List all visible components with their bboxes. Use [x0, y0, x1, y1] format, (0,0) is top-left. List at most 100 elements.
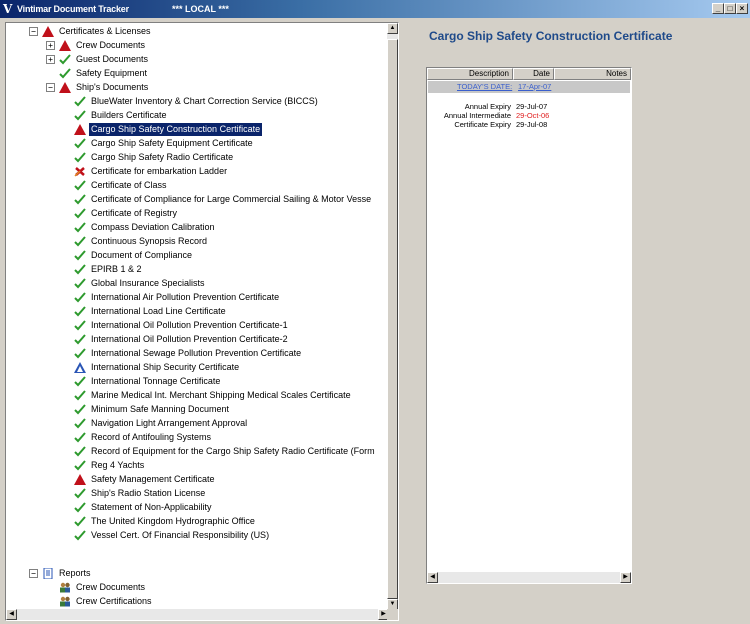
- check-icon: [74, 110, 86, 121]
- tree-node-label: Safety Management Certificate: [91, 474, 215, 484]
- check-icon: [74, 236, 86, 247]
- dates-grid: Description Date Notes TODAY'S DATE: 17-…: [426, 67, 632, 584]
- reports-collapse-toggle[interactable]: −: [29, 569, 38, 578]
- check-icon: [74, 488, 86, 499]
- alert-triangle-icon: [74, 124, 86, 135]
- check-icon: [74, 250, 86, 261]
- check-icon: [74, 502, 86, 513]
- app-logo-icon: V: [3, 2, 13, 16]
- check-icon: [74, 334, 86, 345]
- group-toggle-0[interactable]: +: [46, 41, 55, 50]
- alert-triangle-icon: [74, 474, 86, 485]
- check-icon: [74, 446, 86, 457]
- scroll-corner: [387, 609, 398, 620]
- tree-node-label: Ship's Documents: [76, 82, 149, 92]
- warning-triangle-icon: [74, 362, 86, 373]
- alert-triangle-icon: [59, 82, 71, 93]
- column-header-notes[interactable]: Notes: [554, 68, 631, 80]
- alert-triangle-icon: [42, 26, 54, 37]
- root-collapse-toggle[interactable]: −: [29, 27, 38, 36]
- tree-node-label: Guest Documents: [76, 54, 149, 64]
- minimize-button[interactable]: _: [712, 3, 724, 14]
- tree-node-label: Marine Medical Int. Merchant Shipping Me…: [91, 390, 351, 400]
- today-label[interactable]: TODAY'S DATE:: [457, 82, 512, 91]
- window-controls: _ □ ×: [712, 3, 748, 14]
- tree-horizontal-scrollbar[interactable]: ◀ ▶: [6, 609, 389, 620]
- tree-node-label: Global Insurance Specialists: [91, 278, 205, 288]
- check-icon: [74, 418, 86, 429]
- check-icon: [59, 54, 71, 65]
- close-button[interactable]: ×: [736, 3, 748, 14]
- tree-node-label: Cargo Ship Safety Construction Certifica…: [89, 123, 263, 136]
- title-bar: V Vintimar Document Tracker *** LOCAL **…: [0, 0, 750, 18]
- check-icon: [74, 208, 86, 219]
- tree-vertical-scrollbar[interactable]: ▲ ▼: [387, 23, 398, 610]
- tree-node-label: Statement of Non-Applicability: [91, 502, 212, 512]
- column-header-date[interactable]: Date: [513, 68, 554, 80]
- people-icon: [60, 582, 70, 593]
- tree-node-label: Safety Equipment: [76, 68, 148, 78]
- check-icon: [74, 530, 86, 541]
- detail-title: Cargo Ship Safety Construction Certifica…: [429, 29, 673, 43]
- document-tree-pane: − Certificates & Licenses − Reports + Cre…: [5, 22, 399, 621]
- group-toggle-1[interactable]: +: [46, 55, 55, 64]
- check-icon: [74, 390, 86, 401]
- tree-node-label: Crew Documents: [76, 40, 146, 50]
- check-icon: [74, 152, 86, 163]
- today-value[interactable]: 17-Apr-07: [518, 82, 551, 91]
- check-icon: [74, 306, 86, 317]
- tree-node-label: Compass Deviation Calibration: [91, 222, 215, 232]
- tree-node-label: Navigation Light Arrangement Approval: [91, 418, 248, 428]
- tree-node-label: Cargo Ship Safety Radio Certificate: [91, 152, 234, 162]
- check-icon: [74, 180, 86, 191]
- tree-node-label: Reg 4 Yachts: [91, 460, 145, 470]
- tree-node-label: Document of Compliance: [91, 250, 193, 260]
- check-icon: [74, 320, 86, 331]
- tree-node-label: International Oil Pollution Prevention C…: [91, 320, 288, 330]
- document-tree: − Certificates & Licenses − Reports + Cre…: [6, 23, 389, 610]
- scroll-left-button[interactable]: ◀: [6, 609, 17, 620]
- people-icon: [60, 596, 70, 606]
- check-icon: [74, 376, 86, 387]
- tree-node-label: Record of Equipment for the Cargo Ship S…: [91, 446, 375, 456]
- check-icon: [74, 194, 86, 205]
- tree-node-label: Certificate of Compliance for Large Comm…: [91, 194, 372, 204]
- tree-node-label: International Load Line Certificate: [91, 306, 226, 316]
- report-page-icon: [43, 568, 53, 579]
- tree-node-label: International Air Pollution Prevention C…: [91, 292, 280, 302]
- tree-node-label: BlueWater Inventory & Chart Correction S…: [91, 96, 318, 106]
- tree-node-label: Minimum Safe Manning Document: [91, 404, 230, 414]
- scroll-thumb[interactable]: [387, 39, 398, 599]
- tree-node-label: Continuous Synopsis Record: [91, 236, 208, 246]
- app-title: Vintimar Document Tracker: [17, 4, 129, 14]
- check-icon: [74, 348, 86, 359]
- grid-scroll-right-button[interactable]: ▶: [620, 572, 631, 583]
- grid-scroll-left-button[interactable]: ◀: [427, 572, 438, 583]
- row-description: Certificate Expiry: [454, 120, 511, 129]
- tree-node-label: International Ship Security Certificate: [91, 362, 240, 372]
- tree-node-label: Record of Antifouling Systems: [91, 432, 212, 442]
- tree-node-label: Certificate of Registry: [91, 208, 178, 218]
- tree-node-label: Builders Certificate: [91, 110, 167, 120]
- check-icon: [74, 222, 86, 233]
- check-icon: [74, 460, 86, 471]
- tree-node-label: Vessel Cert. Of Financial Responsibility…: [91, 530, 270, 540]
- grid-horizontal-scrollbar[interactable]: ◀ ▶: [427, 572, 631, 583]
- group-toggle-3[interactable]: −: [46, 83, 55, 92]
- tree-node-label: International Oil Pollution Prevention C…: [91, 334, 288, 344]
- scroll-up-button[interactable]: ▲: [387, 23, 398, 34]
- tree-node-label: Certificate of Class: [91, 180, 167, 190]
- check-icon: [59, 68, 71, 79]
- mode-label: *** LOCAL ***: [172, 4, 229, 14]
- tree-node-label: Ship's Radio Station License: [91, 488, 206, 498]
- not-applicable-icon: [74, 167, 85, 177]
- maximize-button[interactable]: □: [724, 3, 736, 14]
- tree-node-label: International Sewage Pollution Preventio…: [91, 348, 302, 358]
- check-icon: [74, 264, 86, 275]
- row-date: 29-Jul-08: [516, 120, 548, 129]
- row-description: Annual Expiry: [464, 102, 511, 111]
- column-header-description[interactable]: Description: [427, 68, 513, 80]
- check-icon: [74, 138, 86, 149]
- tree-node-label: Certificates & Licenses: [59, 26, 151, 36]
- tree-node-label: The United Kingdom Hydrographic Office: [91, 516, 255, 526]
